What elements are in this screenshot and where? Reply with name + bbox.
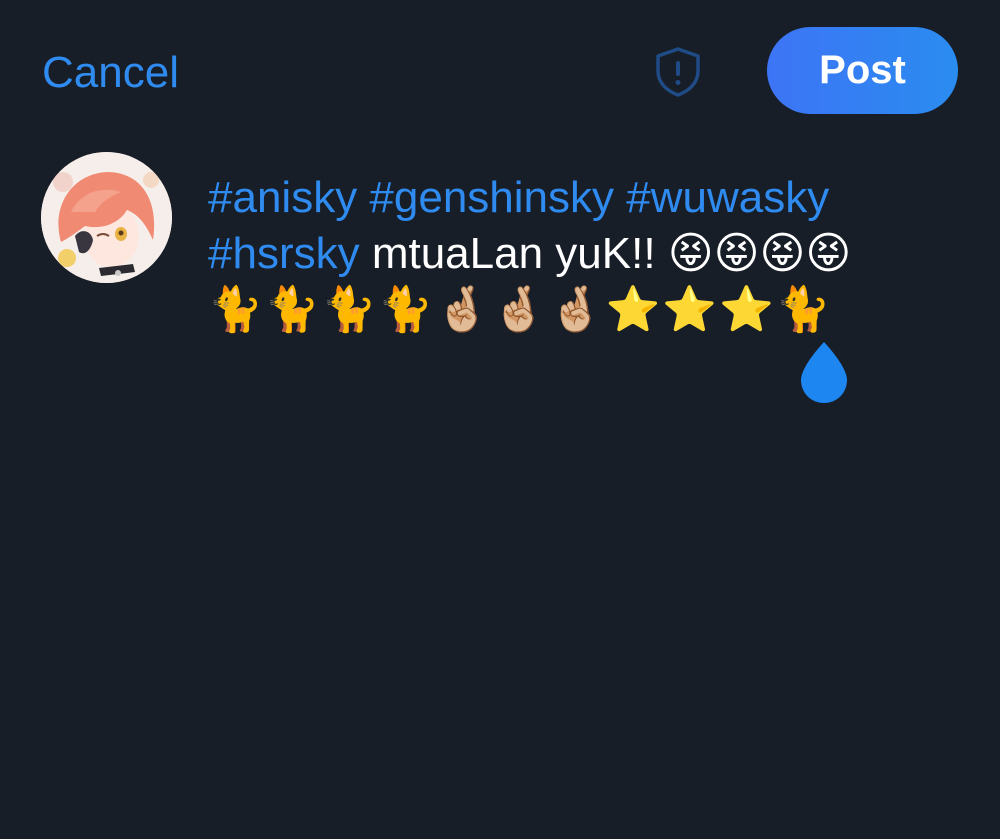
post-button[interactable]: Post	[767, 27, 958, 114]
text-cursor-handle[interactable]	[797, 340, 851, 406]
post-body-text: mtuaLan yuK!! 😝😝😝😝	[359, 229, 852, 278]
shield-alert-icon[interactable]	[650, 44, 706, 100]
post-text-input[interactable]: #anisky #genshinsky #wuwasky #hsrsky mtu…	[208, 170, 968, 338]
post-button-label: Post	[819, 48, 906, 92]
hashtag[interactable]: #wuwasky	[626, 173, 829, 222]
cancel-button[interactable]: Cancel	[42, 46, 179, 100]
composer-line-1: #anisky #genshinsky #wuwasky	[208, 170, 968, 226]
emoji-line: 🐈🐈🐈🐈🤞🏼🤞🏼🤞🏼⭐⭐⭐🐈	[208, 285, 833, 334]
composer-line-2: #hsrsky mtuaLan yuK!! 😝😝😝😝	[208, 226, 968, 282]
hashtag[interactable]: #genshinsky	[369, 173, 614, 222]
hashtag[interactable]: #hsrsky	[208, 229, 360, 278]
avatar[interactable]	[41, 152, 172, 283]
hashtag[interactable]: #anisky	[208, 173, 357, 222]
